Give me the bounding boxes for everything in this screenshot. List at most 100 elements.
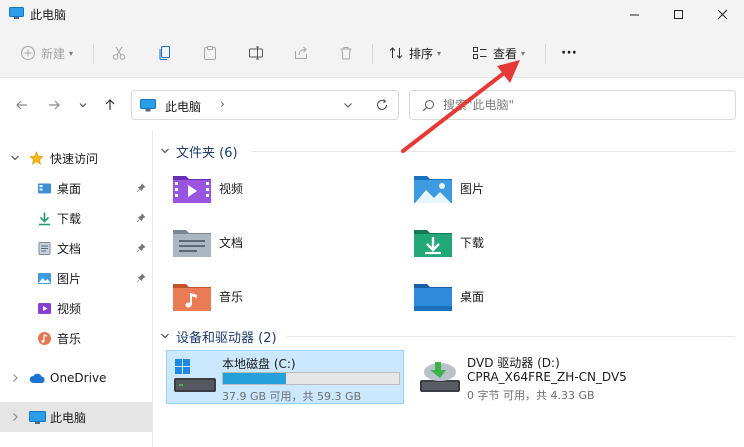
group-divider bbox=[251, 151, 735, 152]
desktop-folder-icon bbox=[414, 284, 452, 311]
videos-icon bbox=[38, 302, 51, 314]
folder-tile-downloads[interactable]: 下载 bbox=[412, 220, 484, 264]
drive-tile-d[interactable]: DVD 驱动器 (D:) CPRA_X64FRE_ZH-CN_DV5 0 字节 … bbox=[412, 350, 662, 404]
folder-tile-desktop[interactable]: 桌面 bbox=[412, 274, 484, 318]
sort-icon bbox=[389, 47, 403, 59]
share-icon bbox=[295, 46, 307, 59]
rename-icon bbox=[249, 46, 263, 60]
drive-space: 0 字节 可用，共 4.33 GB bbox=[467, 389, 595, 402]
group-header-drives[interactable]: 设备和驱动器 (2) bbox=[160, 326, 277, 346]
arrow-right-icon bbox=[49, 100, 60, 110]
more-dots-icon: ··· bbox=[561, 45, 577, 61]
chevron-right-icon[interactable] bbox=[10, 373, 20, 383]
folder-tile-videos[interactable]: 视频 bbox=[171, 166, 243, 210]
sidebar-item-pictures[interactable]: 图片 bbox=[0, 264, 152, 292]
pin-icon[interactable] bbox=[136, 183, 146, 193]
share-button[interactable] bbox=[293, 40, 309, 66]
recent-locations-button[interactable] bbox=[74, 96, 92, 114]
arrow-up-icon bbox=[105, 99, 115, 110]
new-button[interactable]: 新建 ▾ bbox=[20, 40, 73, 66]
pictures-icon bbox=[38, 272, 51, 284]
delete-button[interactable] bbox=[338, 40, 354, 66]
folder-tile-pictures[interactable]: 图片 bbox=[412, 166, 484, 210]
clipboard-icon bbox=[204, 46, 216, 60]
drive-name: 本地磁盘 (C:) bbox=[222, 357, 296, 371]
title-bar: 此电脑 bbox=[0, 0, 744, 28]
sidebar-item-desktop[interactable]: 桌面 bbox=[0, 174, 152, 202]
refresh-icon[interactable] bbox=[375, 98, 389, 112]
sidebar-item-music[interactable]: 音乐 bbox=[0, 324, 152, 352]
folder-name: 音乐 bbox=[219, 289, 244, 304]
folder-name: 图片 bbox=[460, 181, 485, 196]
back-button[interactable] bbox=[13, 96, 31, 114]
group-title: 设备和驱动器 (2) bbox=[176, 330, 277, 346]
chevron-down-icon bbox=[161, 148, 169, 154]
chevron-down-icon: ▾ bbox=[437, 48, 442, 58]
breadcrumb-chevron-icon[interactable]: › bbox=[220, 97, 225, 111]
folder-tile-documents[interactable]: 文档 bbox=[171, 220, 243, 264]
sidebar-item-label: 文档 bbox=[57, 241, 82, 256]
view-label: 查看 bbox=[493, 46, 518, 61]
sidebar-item-onedrive[interactable]: OneDrive bbox=[0, 364, 152, 392]
copy-button[interactable] bbox=[157, 40, 173, 66]
sort-button[interactable]: 排序 ▾ bbox=[388, 40, 441, 66]
folder-name: 桌面 bbox=[460, 289, 485, 304]
scissors-icon bbox=[112, 46, 126, 60]
new-label: 新建 bbox=[41, 46, 66, 61]
windows-drive-icon bbox=[174, 359, 216, 392]
cut-button[interactable] bbox=[111, 40, 127, 66]
close-button[interactable] bbox=[700, 0, 744, 28]
search-icon bbox=[422, 99, 435, 112]
group-header-folders[interactable]: 文件夹 (6) bbox=[160, 141, 238, 161]
sidebar-item-videos[interactable]: 视频 bbox=[0, 294, 152, 322]
toolbar-separator bbox=[372, 44, 373, 64]
pin-icon[interactable] bbox=[136, 273, 146, 283]
search-box[interactable] bbox=[409, 90, 736, 120]
paste-button[interactable] bbox=[202, 40, 218, 66]
folder-name: 下载 bbox=[460, 235, 485, 250]
chevron-down-icon bbox=[79, 103, 87, 108]
sidebar-item-label: 快速访问 bbox=[50, 151, 99, 166]
folder-name: 文档 bbox=[219, 235, 244, 250]
view-button[interactable]: 查看 ▾ bbox=[472, 40, 525, 66]
group-title: 文件夹 (6) bbox=[176, 145, 238, 161]
documents-folder-icon bbox=[173, 230, 211, 257]
maximize-button[interactable] bbox=[656, 0, 700, 28]
chevron-down-icon[interactable] bbox=[10, 153, 20, 163]
pin-icon[interactable] bbox=[136, 243, 146, 253]
sidebar-item-label: 桌面 bbox=[57, 181, 82, 196]
this-pc-icon bbox=[29, 410, 46, 424]
cloud-icon bbox=[29, 373, 45, 383]
minimize-icon bbox=[629, 14, 639, 15]
sidebar-item-label: 视频 bbox=[57, 301, 82, 316]
sidebar-item-label: OneDrive bbox=[50, 371, 107, 385]
drive-tile-c[interactable]: 本地磁盘 (C:) 37.9 GB 可用，共 59.3 GB bbox=[166, 350, 404, 404]
chevron-down-icon: ▾ bbox=[69, 48, 74, 58]
sidebar-item-label: 下载 bbox=[57, 211, 82, 226]
sidebar-item-documents[interactable]: 文档 bbox=[0, 234, 152, 262]
minimize-button[interactable] bbox=[612, 0, 656, 28]
rename-button[interactable] bbox=[248, 40, 264, 66]
sidebar-item-downloads[interactable]: 下载 bbox=[0, 204, 152, 232]
chevron-right-icon[interactable] bbox=[10, 412, 20, 422]
arrow-left-icon bbox=[16, 100, 27, 110]
breadcrumb-this-pc[interactable]: 此电脑 bbox=[165, 98, 201, 115]
sidebar-item-quick-access[interactable]: 快速访问 bbox=[0, 144, 152, 172]
group-divider bbox=[287, 336, 735, 337]
sidebar-item-this-pc[interactable]: 此电脑 bbox=[0, 402, 152, 432]
sort-label: 排序 bbox=[409, 46, 434, 61]
forward-button[interactable] bbox=[45, 96, 63, 114]
window-title: 此电脑 bbox=[30, 8, 67, 22]
folder-tile-music[interactable]: 音乐 bbox=[171, 274, 243, 318]
pin-icon[interactable] bbox=[136, 213, 146, 223]
music-folder-icon bbox=[173, 284, 211, 311]
close-icon bbox=[717, 9, 727, 19]
address-bar[interactable]: 此电脑 › bbox=[131, 90, 399, 120]
dvd-drive-icon bbox=[420, 362, 460, 392]
command-bar: 新建 ▾ 排序 ▾ 查看 ▾ ··· bbox=[0, 28, 744, 78]
chevron-down-icon[interactable] bbox=[342, 99, 354, 111]
up-button[interactable] bbox=[101, 96, 119, 114]
sidebar-item-label: 此电脑 bbox=[50, 410, 87, 425]
search-input[interactable] bbox=[443, 96, 723, 114]
more-options-button[interactable]: ··· bbox=[561, 40, 577, 66]
